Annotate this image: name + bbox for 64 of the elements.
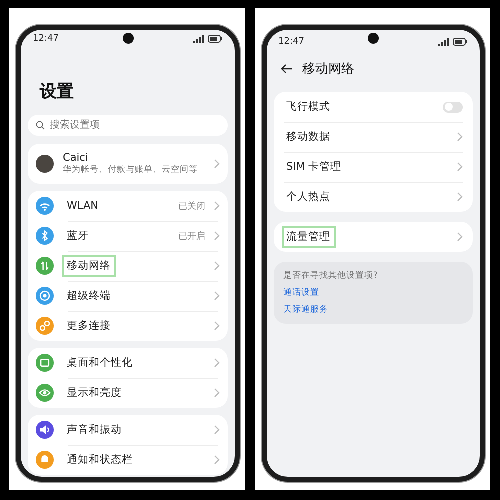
item-label: 个人热点 (286, 190, 332, 205)
back-arrow-icon[interactable] (280, 64, 292, 74)
settings-item[interactable]: WLAN 已关闭 (28, 191, 228, 221)
settings-item[interactable]: 个人热点 (274, 182, 473, 212)
search-field[interactable]: 搜索设置项 (28, 115, 228, 136)
suggestion-question: 是否在寻找其他设置项? (284, 270, 378, 282)
battery-icon (208, 35, 222, 43)
account-card[interactable]: Caici 华为帐号、付款与账单、云空间等 (28, 144, 228, 184)
chevron-icon (214, 201, 220, 211)
item-label: WLAN (66, 199, 100, 214)
item-label: 流量管理 (282, 226, 336, 248)
chevron-icon (457, 192, 463, 202)
front-camera (368, 33, 380, 44)
front-camera (122, 33, 134, 44)
chevron-icon (457, 132, 463, 142)
battery-icon (453, 38, 468, 46)
item-label: 飞行模式 (286, 100, 332, 115)
chevron-icon (214, 455, 220, 465)
chevron-icon (457, 232, 463, 242)
item-label: 通知和状态栏 (66, 453, 134, 468)
item-label: 蓝牙 (66, 229, 90, 244)
settings-item[interactable]: SIM 卡管理 (274, 152, 473, 182)
item-label: 移动数据 (286, 130, 332, 145)
item-label: 移动网络 (62, 255, 116, 277)
item-label: 桌面和个性化 (66, 356, 134, 371)
chevron-icon (457, 162, 463, 172)
account-subtitle: 华为帐号、付款与账单、云空间等 (63, 164, 198, 176)
status-time: 12:47 (278, 37, 304, 47)
settings-item[interactable]: 通知和状态栏 (28, 445, 228, 475)
chevron-icon (214, 358, 220, 368)
item-label: 显示和亮度 (66, 386, 123, 401)
item-value: 已开启 (178, 230, 206, 242)
settings-item[interactable]: 流量管理 (274, 222, 473, 252)
item-value: 已关闭 (178, 200, 206, 212)
page-title: 设置 (40, 81, 75, 103)
chevron-icon (214, 231, 220, 241)
suggestion-link[interactable]: 通话设置 (284, 287, 320, 299)
settings-item[interactable]: 显示和亮度 (28, 378, 228, 408)
settings-item[interactable]: 飞行模式 (274, 92, 473, 122)
settings-item[interactable]: 移动数据 (274, 122, 473, 152)
chevron-icon (214, 425, 220, 435)
account-name: Caici (63, 152, 90, 164)
chevron-icon (214, 321, 220, 331)
chevron-icon (214, 291, 220, 301)
chevron-icon (214, 388, 220, 398)
settings-item[interactable]: 超级终端 (28, 281, 228, 311)
chevron-icon (214, 261, 220, 271)
signal-icon (192, 35, 204, 43)
chevron-icon (214, 159, 220, 169)
item-label: 声音和振动 (66, 423, 123, 438)
item-label: SIM 卡管理 (286, 160, 343, 175)
toggle-switch[interactable] (443, 102, 463, 112)
settings-item[interactable]: 蓝牙 已开启 (28, 221, 228, 251)
settings-item[interactable]: 更多连接 (28, 311, 228, 341)
item-label: 超级终端 (66, 289, 112, 304)
settings-item[interactable]: 声音和振动 (28, 415, 228, 445)
item-label: 更多连接 (66, 319, 112, 334)
suggestion-link[interactable]: 天际通服务 (284, 304, 328, 316)
status-time: 12:47 (33, 34, 59, 44)
page-title: 移动网络 (302, 61, 354, 78)
settings-item[interactable]: 桌面和个性化 (28, 348, 228, 378)
signal-icon (438, 38, 450, 46)
settings-item[interactable]: 移动网络 (28, 251, 228, 281)
avatar (36, 155, 54, 173)
